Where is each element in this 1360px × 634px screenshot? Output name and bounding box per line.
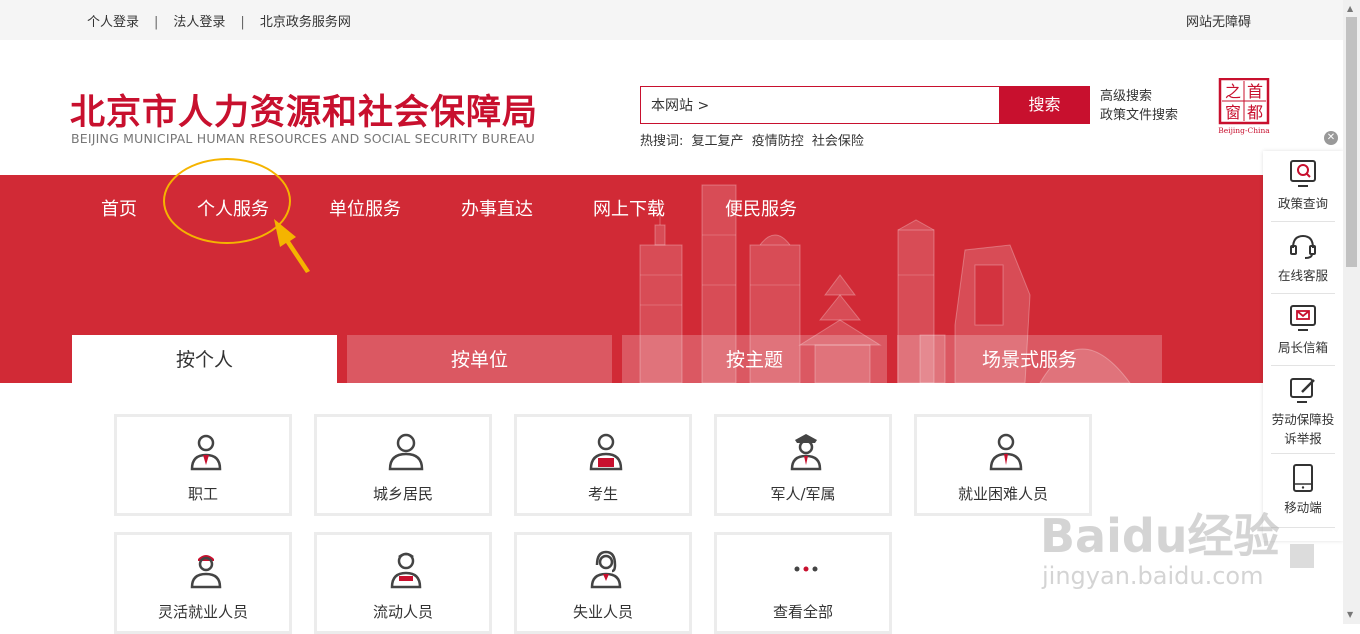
accessibility-link[interactable]: 网站无障碍 [1186,11,1251,30]
back-to-top-button[interactable] [1290,544,1314,568]
search-button[interactable]: 搜索 [999,86,1090,124]
category-label: 军人/军属 [770,485,836,503]
mobile-icon [1293,464,1313,492]
divider [1271,453,1335,454]
seal-char: 首 [1247,82,1263,101]
hot-word[interactable]: 复工复产 [692,134,744,149]
category-card[interactable]: 职工 [114,414,292,516]
seal-caption: Beijing-China [1218,126,1270,135]
separator: | [240,15,245,30]
category-card[interactable]: 流动人员 [314,532,492,634]
hot-words-label: 热搜词: [640,134,684,149]
scroll-down-arrow-icon[interactable]: ▼ [1347,610,1353,619]
category-label: 职工 [187,485,218,503]
migrant-icon [390,552,422,589]
resident-icon [388,433,424,471]
divider [1271,221,1335,222]
hot-word[interactable]: 社会保险 [812,134,864,149]
category-label: 流动人员 [372,603,433,621]
nav-download[interactable]: 网上下载 [593,195,665,221]
category-card[interactable]: 考生 [514,414,692,516]
close-sidebar-button[interactable]: ✕ [1324,131,1338,145]
nav-unit-service[interactable]: 单位服务 [329,195,401,221]
employment-difficulty-icon [989,433,1023,471]
capital-window-seal-logo: 首 都 之 窗 Beijing-China [1218,78,1270,135]
examinee-icon [589,433,623,471]
category-card[interactable]: 失业人员 [514,532,692,634]
scroll-up-arrow-icon[interactable]: ▲ [1347,4,1353,13]
category-card[interactable]: 军人/军属 [714,414,892,516]
category-label: 查看全部 [772,603,833,621]
personal-login-link[interactable]: 个人登录 [87,15,139,30]
divider [1271,527,1335,528]
mailbox-icon [1290,305,1316,331]
scroll-thumb[interactable] [1346,17,1357,267]
advanced-search-links: 高级搜索 政策文件搜索 [1100,87,1178,125]
unemployed-icon [590,550,622,589]
nav-direct-service[interactable]: 办事直达 [461,195,533,221]
watermark-url: jingyan.baidu.com [1042,562,1264,590]
top-bar: 个人登录 | 法人登录 | 北京政务服务网 网站无障碍 [0,0,1343,40]
flexible-worker-icon [190,555,222,589]
soldier-icon [790,434,822,471]
hot-word[interactable]: 疫情防控 [752,134,804,149]
search-box [640,86,1000,124]
more-icon [794,566,818,572]
site-header: 北京市人力资源和社会保障局 BEIJING MUNICIPAL HUMAN RE… [0,40,1343,175]
divider [1271,293,1335,294]
sidebar-item-director-mailbox[interactable]: 局长信箱 [1269,303,1337,356]
sidebar-item-label: 局长信箱 [1277,340,1328,355]
sidebar-item-label: 在线客服 [1277,268,1328,283]
complaint-icon [1290,378,1315,403]
sidebar-item-policy-search[interactable]: 政策查询 [1269,159,1337,212]
vertical-scrollbar[interactable]: ▲ ▼ [1343,0,1360,624]
category-label: 灵活就业人员 [157,603,248,621]
advanced-search-link[interactable]: 高级搜索 [1100,87,1178,106]
category-label: 城乡居民 [372,485,433,503]
separator: | [154,15,159,30]
seal-char: 之 [1225,82,1241,101]
category-label: 考生 [587,485,618,503]
category-label: 失业人员 [572,603,633,621]
gov-service-link[interactable]: 北京政务服务网 [260,15,351,30]
hot-words: 热搜词: 复工复产 疫情防控 社会保险 [640,130,868,149]
seal-char: 窗 [1225,103,1241,122]
annotation-arrow-icon [274,219,310,273]
seal-char: 都 [1247,103,1263,122]
watermark-main: Baidu经验 [1040,509,1280,563]
headset-icon [1290,234,1316,259]
view-all-card[interactable]: 查看全部 [714,532,892,634]
tab-by-person[interactable]: 按个人 [72,335,337,383]
tab-by-unit[interactable]: 按单位 [347,335,612,383]
nav-convenience-service[interactable]: 便民服务 [725,195,797,221]
policy-search-icon [1290,160,1316,187]
nav-home[interactable]: 首页 [101,195,137,221]
site-title[interactable]: 北京市人力资源和社会保障局 [70,84,538,135]
category-card[interactable]: 城乡居民 [314,414,492,516]
floating-sidebar: 政策查询 在线客服 局长信箱 劳动保障投诉举报 移动端 [1263,151,1343,541]
policy-search-link[interactable]: 政策文件搜索 [1100,106,1178,125]
search-input[interactable] [649,89,983,121]
worker-icon [190,434,222,471]
sidebar-item-online-service[interactable]: 在线客服 [1269,231,1337,284]
corporate-login-link[interactable]: 法人登录 [173,15,225,30]
tab-scenario-service[interactable]: 场景式服务 [897,335,1162,383]
sidebar-item-label: 劳动保障投诉举报 [1271,412,1335,446]
divider [1271,365,1335,366]
category-card[interactable]: 灵活就业人员 [114,532,292,634]
site-subtitle: BEIJING MUNICIPAL HUMAN RESOURCES AND SO… [71,131,535,146]
sidebar-item-complaint[interactable]: 劳动保障投诉举报 [1269,375,1337,447]
sidebar-item-label: 政策查询 [1277,196,1328,211]
tab-by-theme[interactable]: 按主题 [622,335,887,383]
login-links: 个人登录 | 法人登录 | 北京政务服务网 [87,11,351,30]
